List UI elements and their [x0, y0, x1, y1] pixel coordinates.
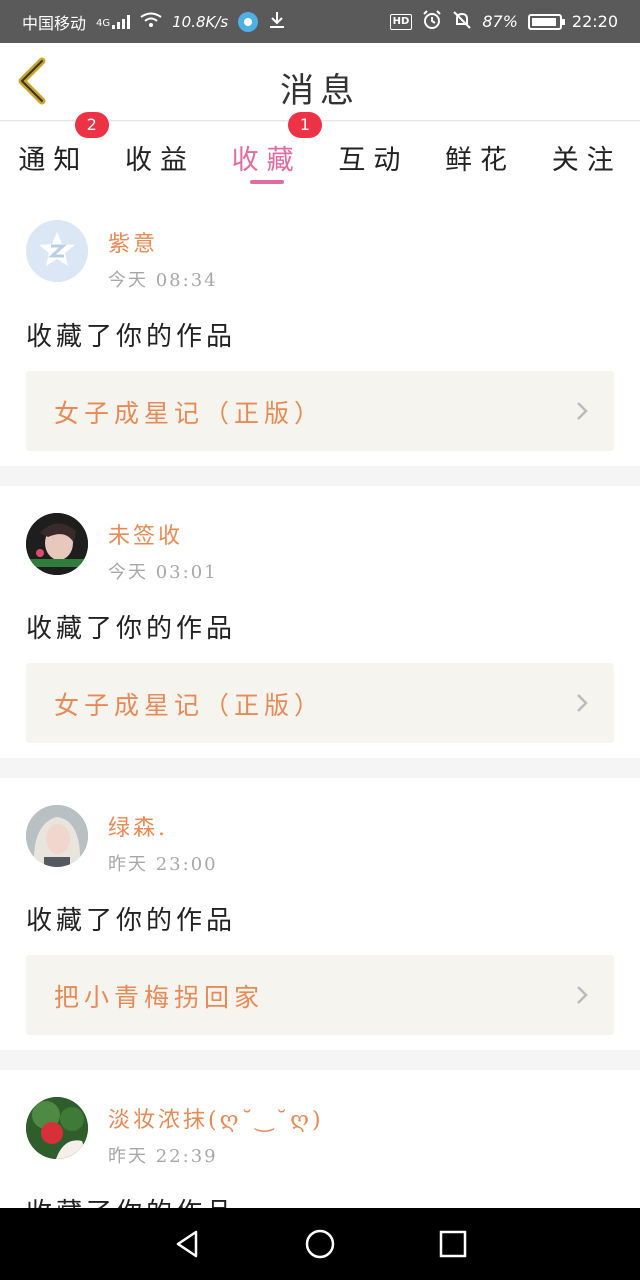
tab-notifications[interactable]: 通知 2 [0, 112, 109, 204]
carrier-label: 中国移动 [22, 13, 87, 33]
tab-earnings[interactable]: 收益 [107, 122, 214, 204]
app-header: 消息 [0, 43, 640, 121]
hd-icon: HD [389, 13, 413, 30]
chevron-right-icon [577, 694, 588, 712]
mute-icon [452, 10, 472, 34]
triangle-back-icon [176, 1230, 197, 1258]
message-text: 收藏了你的作品 [26, 1192, 236, 1208]
square-recents-icon [440, 1230, 467, 1258]
work-title: 把小青梅拐回家 [54, 983, 265, 1012]
user-name[interactable]: 未签收 [108, 518, 183, 550]
active-tab-indicator [249, 180, 284, 184]
tab-interactions[interactable]: 互动 [320, 122, 427, 204]
battery-icon [527, 13, 565, 30]
message-time: 昨天 23:00 [108, 854, 218, 875]
avatar[interactable] [26, 805, 88, 867]
work-link[interactable]: 把小青梅拐回家 [26, 955, 614, 1035]
wifi-icon [140, 12, 162, 32]
message-card: 淡妆浓抹(ღ˘‿˘ღ) 昨天 22:39 收藏了你的作品 [0, 1070, 640, 1208]
tab-favorites[interactable]: 收藏 1 [213, 112, 323, 204]
tab-label: 收益 [125, 145, 195, 176]
message-text: 收藏了你的作品 [26, 906, 237, 936]
recents-nav-button[interactable] [433, 1224, 473, 1264]
tab-label: 通知 [18, 145, 89, 176]
user-name[interactable]: 淡妆浓抹(ღ˘‿˘ღ) [108, 1102, 324, 1134]
user-photo-icon [26, 513, 88, 575]
unread-badge: 2 [74, 112, 109, 138]
message-time: 今天 08:34 [108, 270, 218, 291]
status-bar: 中国移动 4G 10.8K/s HD 87% 22:20 [0, 0, 640, 43]
download-icon [268, 11, 286, 33]
default-avatar-icon [26, 220, 88, 282]
alarm-icon [422, 9, 442, 34]
tab-label: 收藏 [231, 145, 302, 176]
tab-label: 鲜花 [445, 145, 516, 176]
tab-bar: 通知 2 收益 收藏 1 互动 鲜花 关注 [0, 112, 640, 204]
tab-label: 互动 [338, 145, 409, 176]
avatar[interactable] [26, 513, 88, 575]
avatar[interactable] [26, 1097, 88, 1159]
message-card: 绿森. 昨天 23:00 收藏了你的作品 把小青梅拐回家 [0, 778, 640, 1050]
page-title: 消息 [280, 71, 360, 111]
user-photo-icon [26, 1097, 88, 1159]
back-nav-button[interactable] [167, 1224, 207, 1264]
home-nav-button[interactable] [300, 1224, 340, 1264]
chevron-right-icon [577, 986, 588, 1004]
network-type: 4G [96, 17, 111, 29]
message-text: 收藏了你的作品 [26, 614, 237, 644]
clock: 22:20 [571, 12, 618, 31]
message-time: 今天 03:01 [108, 562, 218, 583]
tab-label: 关注 [551, 145, 622, 176]
work-link[interactable]: 女子成星记（正版） [26, 371, 614, 451]
user-name[interactable]: 绿森. [108, 810, 168, 842]
battery-percent: 87% [482, 12, 518, 31]
signal-icon: 4G [96, 14, 131, 29]
message-text: 收藏了你的作品 [26, 322, 237, 352]
user-photo-icon [26, 805, 88, 867]
chevron-right-icon [577, 402, 588, 420]
user-name[interactable]: 紫意 [108, 226, 158, 258]
work-title: 女子成星记（正版） [54, 691, 325, 720]
message-card: 未签收 今天 03:01 收藏了你的作品 女子成星记（正版） [0, 486, 640, 758]
tab-flowers[interactable]: 鲜花 [427, 122, 534, 204]
work-title: 女子成星记（正版） [54, 399, 325, 428]
system-navigation-bar [0, 1208, 640, 1280]
network-speed: 10.8K/s [172, 12, 229, 31]
message-card: 紫意 今天 08:34 收藏了你的作品 女子成星记（正版） [0, 204, 640, 466]
avatar[interactable] [26, 220, 88, 282]
app-notification-icon [238, 11, 259, 32]
message-time: 昨天 22:39 [108, 1146, 218, 1167]
work-link[interactable]: 女子成星记（正版） [26, 663, 614, 743]
unread-badge: 1 [288, 112, 323, 138]
circle-home-icon [305, 1229, 335, 1259]
tab-following[interactable]: 关注 [533, 122, 640, 204]
